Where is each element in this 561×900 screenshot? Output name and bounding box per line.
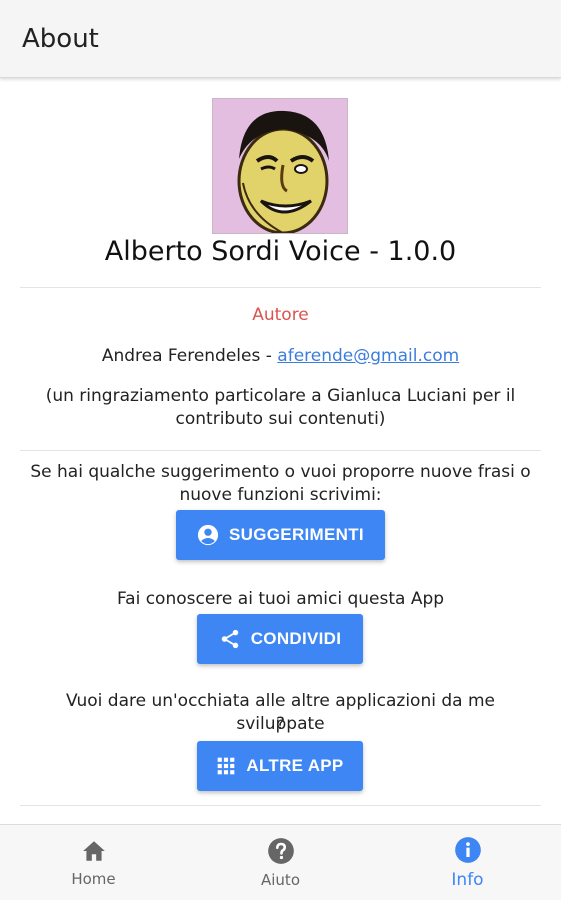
suggestions-text-line-2: nuove funzioni scrivimi: — [179, 485, 382, 505]
suggestions-text-line-1: Se hai qualche suggerimento o vuoi propo… — [30, 462, 531, 482]
page-title: About — [22, 23, 99, 54]
share-button-label: CONDIVIDI — [250, 629, 342, 648]
nav-item-help-label: Aiuto — [261, 871, 300, 889]
app-bar: About — [0, 0, 561, 78]
app-logo — [212, 98, 348, 234]
bottom-navigation: Home Aiuto Info — [0, 824, 561, 900]
share-button[interactable]: CONDIVIDI — [197, 614, 363, 664]
nav-item-home-label: Home — [71, 870, 116, 888]
nav-item-home[interactable]: Home — [0, 825, 187, 900]
share-text: Fai conoscere ai tuoi amici questa App — [116, 589, 445, 609]
divider — [20, 805, 541, 806]
author-email-link[interactable]: aferende@gmail.com — [277, 346, 459, 366]
about-content: Alberto Sordi Voice - 1.0.0 Autore Andre… — [0, 78, 561, 824]
share-icon — [221, 629, 238, 649]
apps-grid-icon — [218, 757, 235, 775]
author-name: Andrea Ferendeles - — [101, 346, 278, 366]
divider — [20, 287, 541, 288]
suggestions-button-label: SUGGERIMENTI — [229, 525, 364, 544]
thanks-line-2: contributo sui contenuti) — [175, 409, 386, 429]
account-circle-icon — [197, 524, 219, 546]
suggestions-button[interactable]: SUGGERIMENTI — [176, 510, 385, 560]
divider — [20, 450, 541, 451]
author-label: Autore — [252, 305, 309, 325]
help-icon — [267, 838, 294, 864]
other-apps-text-line-2: ? — [275, 714, 286, 734]
author-line: Andrea Ferendeles - aferende@gmail.com — [20, 345, 541, 368]
nav-item-info-label: Info — [451, 870, 484, 890]
other-apps-button[interactable]: ALTRE APP — [197, 741, 363, 791]
other-apps-button-label: ALTRE APP — [246, 756, 344, 775]
info-icon — [454, 837, 481, 863]
nav-item-info[interactable]: Info — [374, 825, 561, 900]
app-name-version: Alberto Sordi Voice - 1.0.0 — [104, 236, 457, 267]
thanks-line-1: (un ringraziamento particolare a Gianluc… — [45, 386, 516, 406]
home-icon — [82, 841, 105, 861]
nav-item-help[interactable]: Aiuto — [187, 825, 374, 900]
